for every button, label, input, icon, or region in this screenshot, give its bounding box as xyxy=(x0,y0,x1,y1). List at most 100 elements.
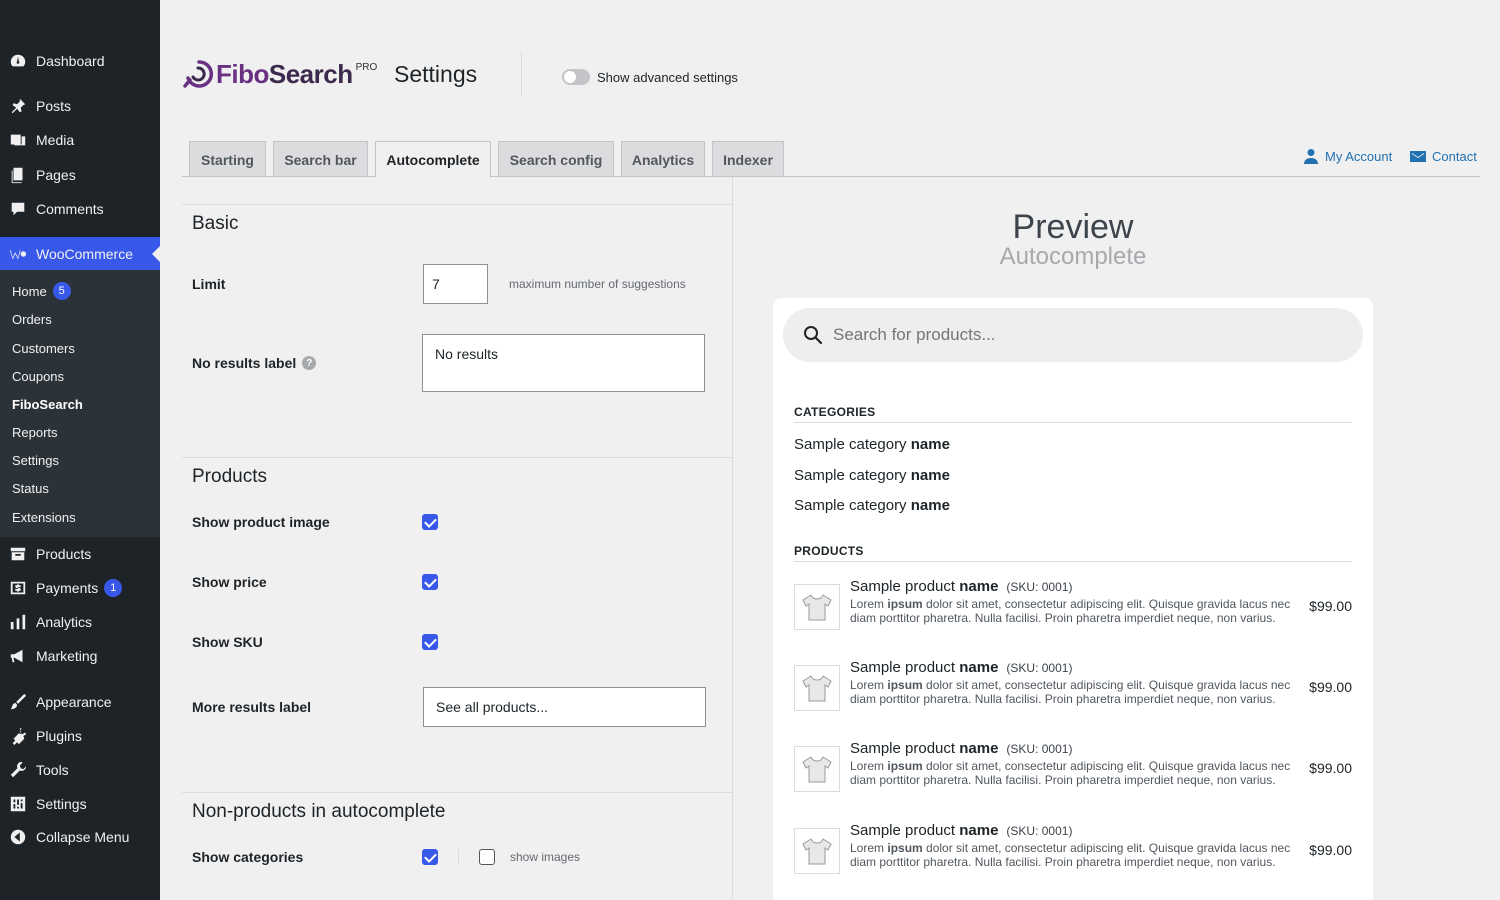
product-price: $99.00 xyxy=(1309,679,1352,695)
product-sku: (SKU: 0001) xyxy=(1006,742,1073,756)
product-suggestion[interactable]: Sample product name (SKU: 0001) Lorem ips… xyxy=(794,659,1352,734)
tab-search-bar[interactable]: Search bar xyxy=(273,141,368,177)
submenu-home[interactable]: Home 5 xyxy=(12,281,71,301)
product-description: Lorem ipsum dolor sit amet, consectetur … xyxy=(850,597,1291,625)
menu-settings[interactable]: Settings xyxy=(0,787,160,821)
menu-label: Analytics xyxy=(36,614,93,630)
advanced-settings-label[interactable]: Show advanced settings xyxy=(597,70,738,85)
woocommerce-submenu: Home 5 Orders Customers Coupons FiboSearc… xyxy=(0,270,160,537)
submenu-coupons[interactable]: Coupons xyxy=(12,366,64,386)
paint-brush-icon xyxy=(8,692,28,712)
show-categories-label: Show categories xyxy=(192,849,304,865)
menu-products[interactable]: Products xyxy=(0,537,160,571)
submenu-status[interactable]: Status xyxy=(12,478,49,498)
section-title-products: Products xyxy=(192,466,267,487)
tab-starting[interactable]: Starting xyxy=(189,141,266,177)
submenu-fibosearch[interactable]: FiboSearch xyxy=(12,394,83,414)
menu-plugins[interactable]: Plugins xyxy=(0,719,160,753)
product-description: Lorem ipsum dolor sit amet, consectetur … xyxy=(850,759,1291,787)
show-product-image-checkbox[interactable] xyxy=(422,514,438,530)
menu-label: Dashboard xyxy=(36,53,105,69)
menu-collapse[interactable]: Collapse Menu xyxy=(0,820,160,854)
menu-label: Comments xyxy=(36,201,104,217)
archive-icon xyxy=(8,544,28,564)
no-results-textarea[interactable]: No results xyxy=(422,334,705,392)
tshirt-icon xyxy=(802,594,832,621)
pro-badge: PRO xyxy=(355,62,378,73)
menu-payments[interactable]: Payments 1 xyxy=(0,571,160,605)
tab-search-config[interactable]: Search config xyxy=(498,141,614,177)
help-icon[interactable]: ? xyxy=(302,356,317,370)
section-divider xyxy=(182,457,733,458)
more-results-input[interactable]: See all products... xyxy=(423,687,706,727)
submenu-extensions[interactable]: Extensions xyxy=(12,507,76,527)
category-suggestion[interactable]: Sample category name xyxy=(794,497,950,514)
tab-indexer[interactable]: Indexer xyxy=(712,141,784,177)
preview-title: Preview xyxy=(1012,208,1134,246)
menu-posts[interactable]: Posts xyxy=(0,89,160,123)
comment-icon xyxy=(8,199,28,219)
dashboard-icon xyxy=(8,51,28,71)
menu-dashboard[interactable]: Dashboard xyxy=(0,44,160,78)
show-price-label: Show price xyxy=(192,574,267,590)
autocomplete-preview: Search for products... CATEGORIES Sample… xyxy=(773,298,1373,900)
product-description: Lorem ipsum dolor sit amet, consectetur … xyxy=(850,841,1291,869)
collapse-icon xyxy=(8,827,28,847)
product-suggestion[interactable]: Sample product name (SKU: 0001) Lorem ips… xyxy=(794,740,1352,815)
tshirt-icon xyxy=(802,675,832,702)
product-suggestion[interactable]: Sample product name (SKU: 0001) Lorem ips… xyxy=(794,578,1352,653)
mail-icon xyxy=(1410,151,1426,162)
category-suggestion[interactable]: Sample category name xyxy=(794,436,950,453)
product-price: $99.00 xyxy=(1309,598,1352,614)
menu-label: Plugins xyxy=(36,728,82,744)
show-images-label: show images xyxy=(510,850,581,864)
limit-hint: maximum number of suggestions xyxy=(509,277,686,291)
search-placeholder: Search for products... xyxy=(833,325,996,344)
menu-analytics[interactable]: Analytics xyxy=(0,605,160,639)
submenu-customers[interactable]: Customers xyxy=(12,338,75,358)
section-divider xyxy=(182,204,733,205)
product-price: $99.00 xyxy=(1309,842,1352,858)
menu-media[interactable]: Media xyxy=(0,123,160,157)
menu-label: Tools xyxy=(36,762,69,778)
tshirt-icon xyxy=(802,838,832,865)
category-suggestion[interactable]: Sample category name xyxy=(794,467,950,484)
product-sku: (SKU: 0001) xyxy=(1006,824,1073,838)
products-heading: PRODUCTS xyxy=(794,544,1352,562)
brand-search: Search xyxy=(268,59,353,89)
limit-input[interactable]: 7 xyxy=(423,264,488,304)
show-sku-checkbox[interactable] xyxy=(422,634,438,650)
menu-comments[interactable]: Comments xyxy=(0,192,160,226)
menu-tools[interactable]: Tools xyxy=(0,753,160,787)
my-account-link[interactable]: My Account xyxy=(1303,148,1392,164)
menu-marketing[interactable]: Marketing xyxy=(0,639,160,673)
menu-label: Collapse Menu xyxy=(36,829,130,845)
search-icon xyxy=(804,326,823,345)
show-product-image-label: Show product image xyxy=(192,514,330,530)
preview-search-input[interactable]: Search for products... xyxy=(783,308,1363,362)
product-sku: (SKU: 0001) xyxy=(1006,580,1073,594)
show-categories-checkbox[interactable] xyxy=(422,849,438,865)
submenu-settings[interactable]: Settings xyxy=(12,450,59,470)
show-category-images-checkbox[interactable] xyxy=(479,849,495,865)
tab-analytics[interactable]: Analytics xyxy=(621,141,705,177)
fibosearch-logo-icon xyxy=(183,60,214,88)
limit-label: Limit xyxy=(192,276,226,292)
menu-appearance[interactable]: Appearance xyxy=(0,685,160,719)
show-price-checkbox[interactable] xyxy=(422,574,438,590)
product-thumbnail xyxy=(794,584,840,630)
tab-autocomplete[interactable]: Autocomplete xyxy=(375,141,491,178)
menu-label: Media xyxy=(36,132,75,148)
header-divider xyxy=(521,52,522,96)
product-suggestion[interactable]: Sample product name (SKU: 0001) Lorem ips… xyxy=(794,822,1352,897)
submenu-reports[interactable]: Reports xyxy=(12,422,58,442)
menu-woocommerce[interactable]: WooCommerce xyxy=(0,237,160,271)
contact-link[interactable]: Contact xyxy=(1410,148,1477,164)
home-count-badge: 5 xyxy=(52,282,71,300)
sliders-icon xyxy=(8,794,28,814)
submenu-orders[interactable]: Orders xyxy=(12,309,52,329)
menu-label: Products xyxy=(36,546,92,562)
page-title: Settings xyxy=(394,61,478,87)
menu-pages[interactable]: Pages xyxy=(0,158,160,192)
advanced-settings-toggle[interactable] xyxy=(562,69,590,85)
